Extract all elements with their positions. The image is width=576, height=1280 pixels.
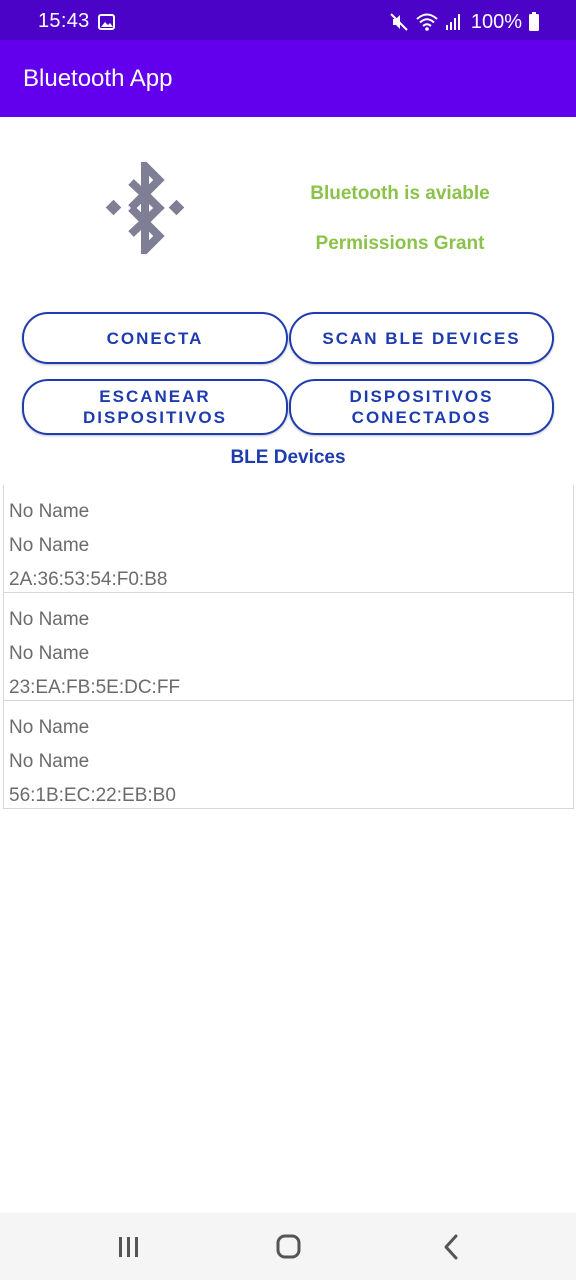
device-name: No Name [9, 609, 90, 630]
wifi-icon [416, 13, 438, 31]
device-name: No Name [9, 717, 90, 738]
bluetooth-status-text: Bluetooth is aviable [310, 183, 490, 204]
device-alias: No Name [9, 535, 90, 556]
device-alias: No Name [9, 643, 90, 664]
battery-icon [529, 12, 539, 31]
battery-percent: 100% [470, 10, 522, 33]
conecta-button[interactable]: CONECTA [22, 312, 288, 364]
status-time: 15:43 [38, 10, 90, 32]
recents-icon[interactable] [108, 1231, 148, 1263]
app-bar: Bluetooth App [0, 40, 576, 117]
bluetooth-icon [105, 162, 185, 254]
device-list: No Name No Name 2A:36:53:54:F0:B8 No Nam… [3, 485, 574, 809]
list-item[interactable]: No Name No Name 56:1B:EC:22:EB:B0 [3, 701, 574, 809]
gallery-icon [98, 14, 115, 30]
scan-ble-devices-button-label: SCAN BLE DEVICES [322, 328, 521, 348]
device-address: 2A:36:53:54:F0:B8 [9, 569, 168, 590]
signal-icon [445, 14, 460, 30]
navigation-bar [0, 1213, 576, 1280]
device-address: 56:1B:EC:22:EB:B0 [9, 785, 176, 806]
dispositivos-conectados-button[interactable]: DISPOSITIVOS CONECTADOS [289, 379, 554, 435]
conecta-button-label: CONECTA [106, 328, 204, 348]
scan-ble-devices-button[interactable]: SCAN BLE DEVICES [289, 312, 554, 364]
back-icon[interactable] [430, 1231, 470, 1263]
device-alias: No Name [9, 751, 90, 772]
dispositivos-conectados-button-label: DISPOSITIVOS CONECTADOS [349, 387, 494, 427]
device-address: 23:EA:FB:5E:DC:FF [9, 677, 181, 698]
app-title: Bluetooth App [23, 65, 173, 92]
device-name: No Name [9, 501, 90, 522]
ble-devices-title: BLE Devices [230, 447, 346, 468]
escanear-dispositivos-button-label: ESCANEAR DISPOSITIVOS [83, 387, 227, 427]
mute-icon [390, 13, 408, 31]
escanear-dispositivos-button[interactable]: ESCANEAR DISPOSITIVOS [22, 379, 288, 435]
status-icons: 100% [389, 10, 540, 34]
list-item[interactable]: No Name No Name 23:EA:FB:5E:DC:FF [3, 593, 574, 701]
permissions-status-text: Permissions Grant [315, 233, 485, 254]
status-bar: 15:43 100% [0, 0, 576, 40]
home-icon[interactable] [268, 1231, 308, 1263]
list-item[interactable]: No Name No Name 2A:36:53:54:F0:B8 [3, 485, 574, 593]
